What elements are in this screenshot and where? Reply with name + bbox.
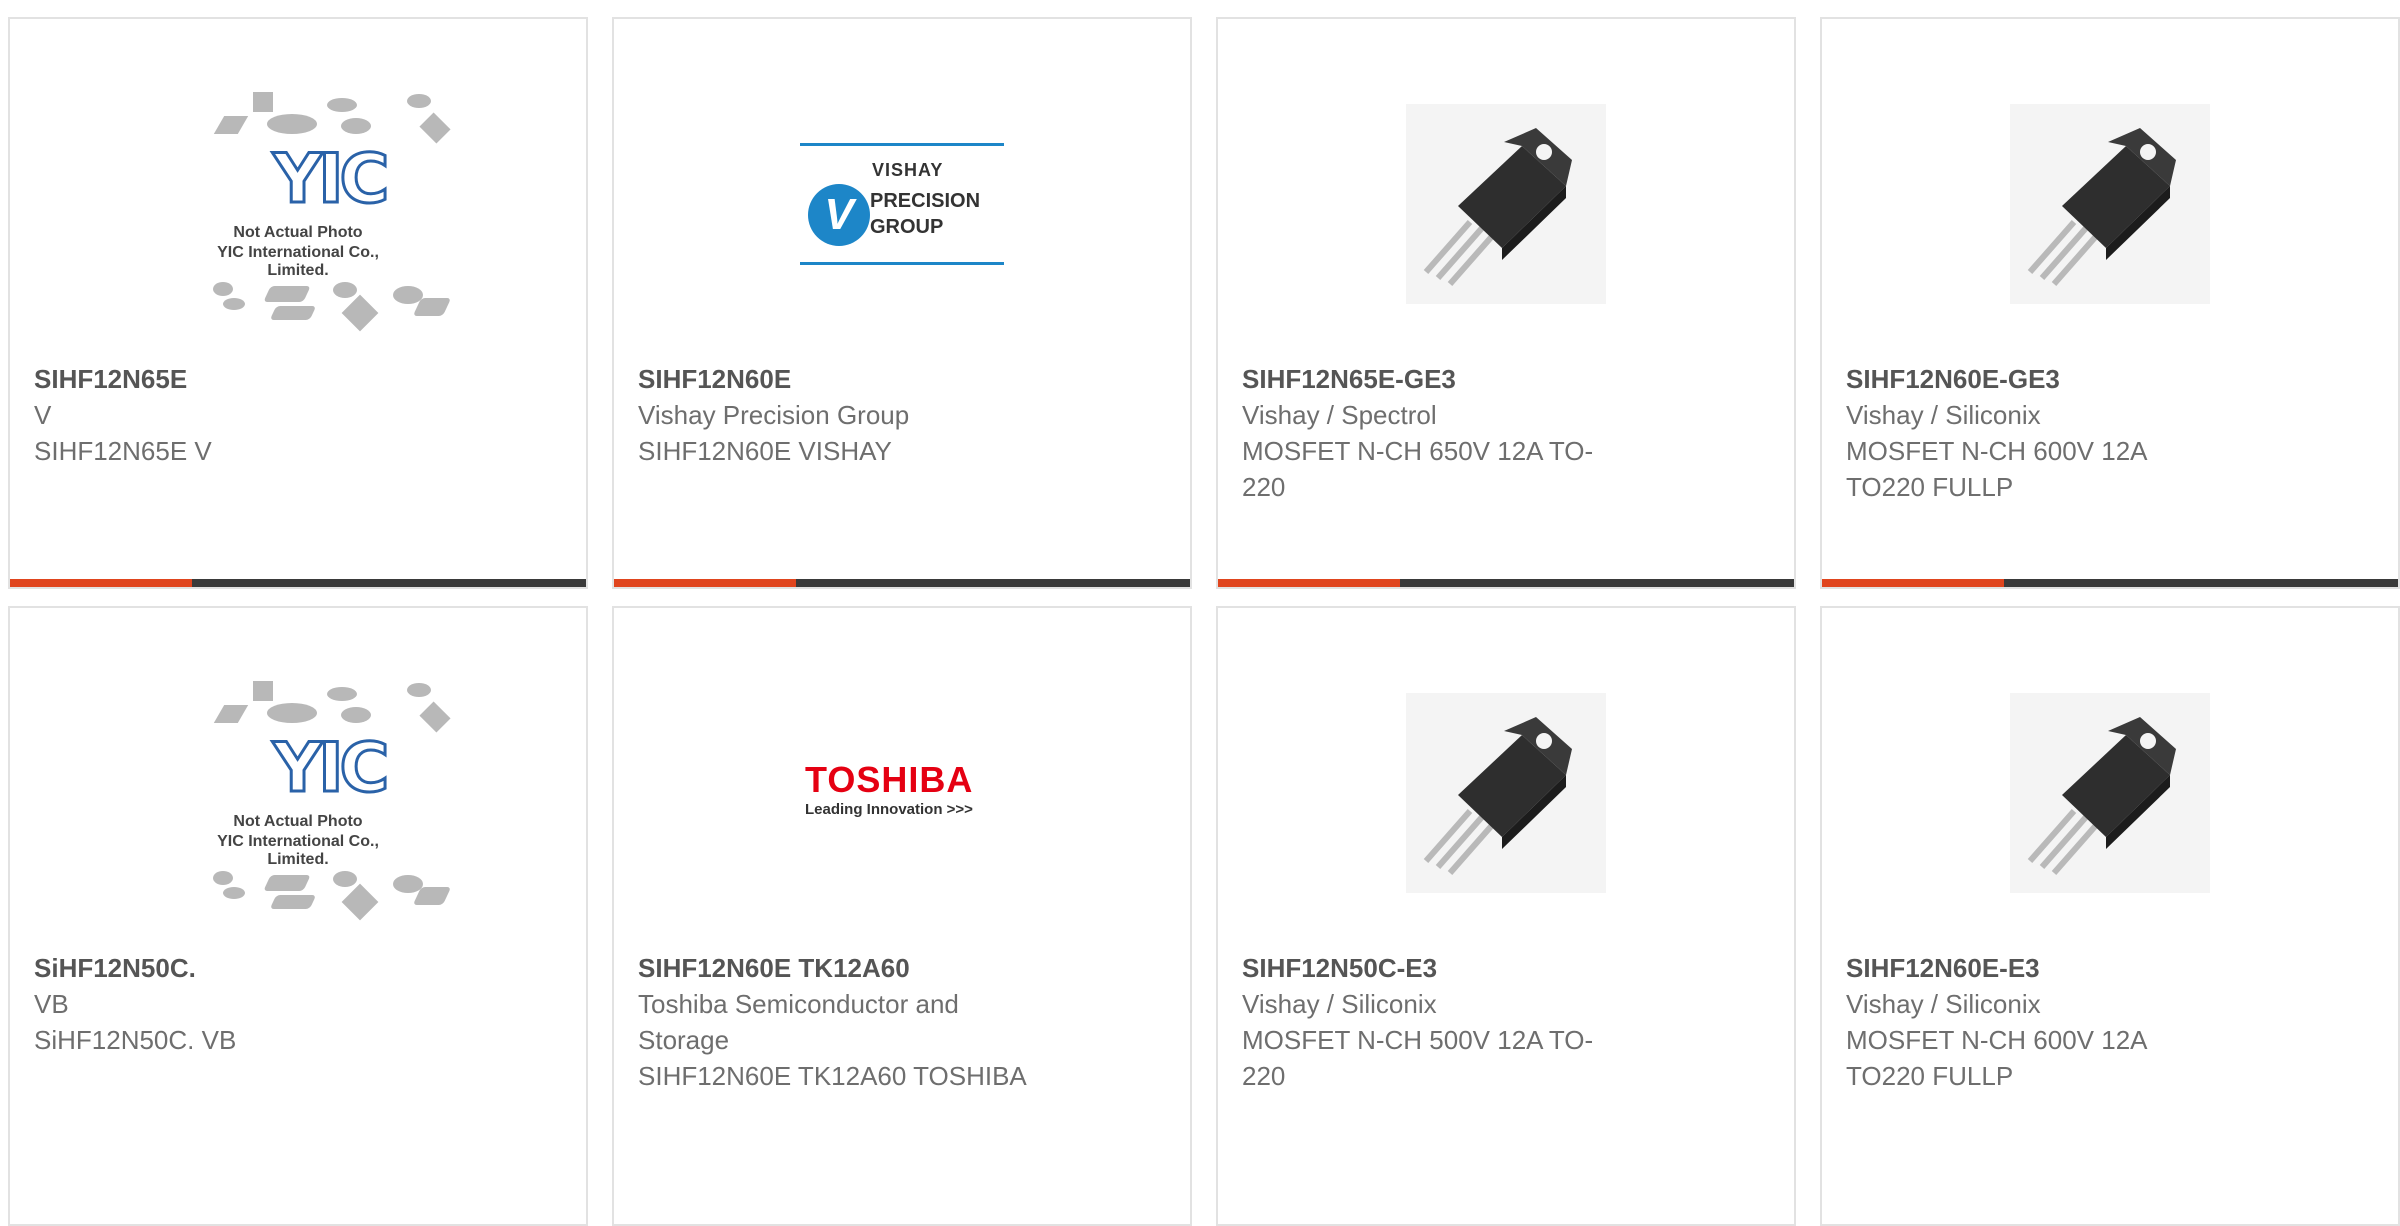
- toshiba-logo: TOSHIBA Leading Innovation >>>: [805, 759, 974, 818]
- part-number[interactable]: SIHF12N60E: [638, 361, 1068, 397]
- card-bottom-bar: [1218, 579, 1794, 587]
- product-image[interactable]: TOSHIBA Leading Innovation >>>: [797, 688, 1007, 898]
- manufacturer: Vishay / Siliconix: [1242, 989, 1437, 1019]
- product-image[interactable]: [2005, 99, 2215, 309]
- manufacturer: Toshiba Semiconductor and: [638, 989, 959, 1019]
- placeholder-line1: Not Actual Photo: [233, 813, 363, 830]
- product-info: SIHF12N60E TK12A60 Toshiba Semiconductor…: [638, 950, 1068, 1094]
- description-cont: 220: [1242, 472, 1286, 502]
- product-info: SIHF12N65E V SIHF12N65E V: [34, 361, 464, 469]
- product-card[interactable]: SIHF12N65E-GE3 Vishay / Spectrol MOSFET …: [1216, 17, 1796, 589]
- description: MOSFET N-CH 650V 12A TO-: [1242, 436, 1594, 466]
- manufacturer: Vishay / Siliconix: [1846, 400, 2041, 430]
- manufacturer-cont: Storage: [638, 1025, 730, 1055]
- description: SIHF12N65E V: [34, 436, 212, 466]
- description: SIHF12N60E TK12A60 TOSHIBA: [638, 1061, 1027, 1091]
- part-number[interactable]: SIHF12N60E TK12A60: [638, 950, 1068, 986]
- manufacturer: Vishay / Siliconix: [1846, 989, 2041, 1019]
- description-cont: TO220 FULLP: [1846, 472, 2014, 502]
- product-image[interactable]: [1401, 99, 1611, 309]
- manufacturer: Vishay / Spectrol: [1242, 400, 1437, 430]
- yic-placeholder-image: YIC Not Actual Photo YIC International C…: [193, 673, 452, 921]
- product-image[interactable]: [1401, 688, 1611, 898]
- description: SIHF12N60E VISHAY: [638, 436, 892, 466]
- manufacturer: VB: [34, 989, 69, 1019]
- description-cont: 220: [1242, 1061, 1286, 1091]
- part-number[interactable]: SiHF12N50C.: [34, 950, 464, 986]
- to220-package-image: [1406, 693, 1606, 893]
- part-number[interactable]: SIHF12N60E-E3: [1846, 950, 2276, 986]
- product-card[interactable]: TOSHIBA Leading Innovation >>> SIHF12N60…: [612, 606, 1192, 1226]
- description-cont: TO220 FULLP: [1846, 1061, 2014, 1091]
- product-info: SIHF12N60E-E3 Vishay / Siliconix MOSFET …: [1846, 950, 2276, 1094]
- product-card[interactable]: V VISHAY PRECISION GROUP SIHF12N60E Vish…: [612, 17, 1192, 589]
- part-number[interactable]: SIHF12N60E-GE3: [1846, 361, 2276, 397]
- yic-placeholder-image: YIC Not Actual Photo YIC International C…: [193, 84, 452, 332]
- card-bottom-bar: [10, 579, 586, 587]
- part-number[interactable]: SIHF12N65E: [34, 361, 464, 397]
- product-info: SIHF12N60E-GE3 Vishay / Siliconix MOSFET…: [1846, 361, 2276, 505]
- vishay-precision-group-logo: V VISHAY PRECISION GROUP: [800, 143, 1004, 265]
- description: MOSFET N-CH 500V 12A TO-: [1242, 1025, 1594, 1055]
- product-card[interactable]: SIHF12N50C-E3 Vishay / Siliconix MOSFET …: [1216, 606, 1796, 1226]
- manufacturer: Vishay Precision Group: [638, 400, 910, 430]
- placeholder-line2: YIC International Co., Limited.: [217, 833, 379, 868]
- product-image[interactable]: YIC Not Actual Photo YIC International C…: [193, 92, 452, 332]
- description: MOSFET N-CH 600V 12A: [1846, 1025, 2148, 1055]
- part-number[interactable]: SIHF12N65E-GE3: [1242, 361, 1672, 397]
- product-image[interactable]: YIC Not Actual Photo YIC International C…: [193, 681, 452, 921]
- product-card[interactable]: SIHF12N60E-GE3 Vishay / Siliconix MOSFET…: [1820, 17, 2400, 589]
- product-card[interactable]: YIC Not Actual Photo YIC International C…: [8, 17, 588, 589]
- product-info: SIHF12N60E Vishay Precision Group SIHF12…: [638, 361, 1068, 469]
- product-info: SIHF12N50C-E3 Vishay / Siliconix MOSFET …: [1242, 950, 1672, 1094]
- placeholder-line2: YIC International Co., Limited.: [217, 244, 379, 279]
- product-info: SIHF12N65E-GE3 Vishay / Spectrol MOSFET …: [1242, 361, 1672, 505]
- placeholder-line1: Not Actual Photo: [233, 224, 363, 241]
- description: SiHF12N50C. VB: [34, 1025, 237, 1055]
- to220-package-image: [2010, 104, 2210, 304]
- to220-package-image: [1406, 104, 1606, 304]
- product-info: SiHF12N50C. VB SiHF12N50C. VB: [34, 950, 464, 1058]
- manufacturer: V: [34, 400, 52, 430]
- product-card[interactable]: YIC Not Actual Photo YIC International C…: [8, 606, 588, 1226]
- card-bottom-bar: [1822, 579, 2398, 587]
- product-image[interactable]: [2005, 688, 2215, 898]
- product-image[interactable]: V VISHAY PRECISION GROUP: [797, 99, 1007, 309]
- to220-package-image: [2010, 693, 2210, 893]
- card-bottom-bar: [614, 579, 1190, 587]
- product-card[interactable]: SIHF12N60E-E3 Vishay / Siliconix MOSFET …: [1820, 606, 2400, 1226]
- part-number[interactable]: SIHF12N50C-E3: [1242, 950, 1672, 986]
- description: MOSFET N-CH 600V 12A: [1846, 436, 2148, 466]
